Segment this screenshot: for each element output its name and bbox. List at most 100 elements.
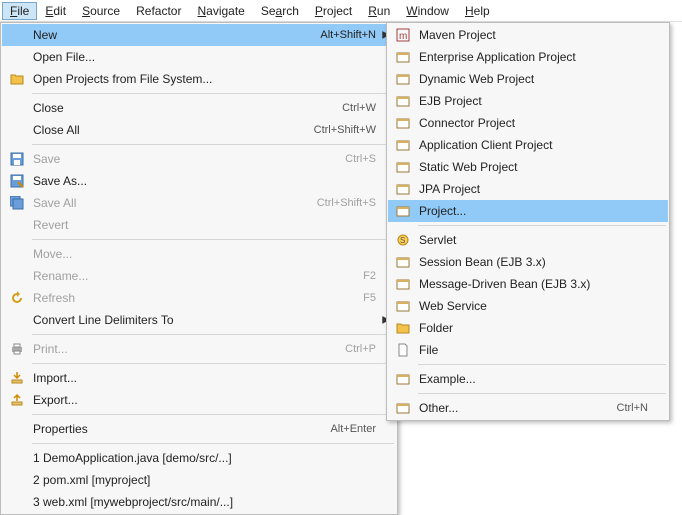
menu-item-label: File	[412, 343, 652, 357]
file-menu-item-convert-line-delimiters-to[interactable]: Convert Line Delimiters To▶	[2, 309, 396, 331]
file-menu-item-open-file[interactable]: Open File...	[2, 46, 396, 68]
menu-item-label: Application Client Project	[412, 138, 652, 152]
menubar-source[interactable]: Source	[74, 2, 128, 20]
project-icon	[394, 203, 412, 219]
menubar-file[interactable]: File	[2, 2, 37, 20]
example-icon	[394, 371, 412, 387]
new-submenu-item-session-bean-ejb-3-x[interactable]: Session Bean (EJB 3.x)	[388, 251, 668, 273]
menu-item-label: Example...	[412, 372, 652, 386]
menu-item-label: Servlet	[412, 233, 652, 247]
file-menu-item-export[interactable]: Export...	[2, 389, 396, 411]
menu-item-accelerator: Alt+Enter	[330, 423, 380, 435]
menu-item-label: 1 DemoApplication.java [demo/src/...]	[26, 451, 380, 465]
menubar-project[interactable]: Project	[307, 2, 360, 20]
new-submenu-item-file[interactable]: File	[388, 339, 668, 361]
new-submenu-item-project[interactable]: Project...	[388, 200, 668, 222]
file-icon	[394, 342, 412, 358]
new-submenu-item-message-driven-bean-ejb-3-x[interactable]: Message-Driven Bean (EJB 3.x)	[388, 273, 668, 295]
new-submenu-item-web-service[interactable]: Web Service	[388, 295, 668, 317]
new-submenu-item-jpa-project[interactable]: JPA Project	[388, 178, 668, 200]
svg-text:S: S	[400, 236, 405, 245]
new-submenu-item-maven-project[interactable]: mMaven Project	[388, 24, 668, 46]
file-menu-item-save: SaveCtrl+S	[2, 148, 396, 170]
blank-icon	[8, 100, 26, 116]
menu-item-label: Print...	[26, 342, 345, 356]
export-icon	[8, 392, 26, 408]
saveas-icon	[8, 173, 26, 189]
file-menu-item-1-demoapplication-java-demo-src[interactable]: 1 DemoApplication.java [demo/src/...]	[2, 447, 396, 469]
menu-item-accelerator: Alt+Shift+N	[320, 29, 380, 41]
menubar-help[interactable]: Help	[457, 2, 498, 20]
new-submenu-item-application-client-project[interactable]: Application Client Project	[388, 134, 668, 156]
file-menu-item-close[interactable]: CloseCtrl+W	[2, 97, 396, 119]
file-menu-separator	[32, 414, 394, 415]
blank-icon	[8, 312, 26, 328]
file-menu-item-save-as[interactable]: Save As...	[2, 170, 396, 192]
menu-item-label: Connector Project	[412, 116, 652, 130]
blank-icon	[8, 49, 26, 65]
appclient-icon	[394, 137, 412, 153]
new-submenu-item-folder[interactable]: Folder	[388, 317, 668, 339]
menubar-search[interactable]: Search	[253, 2, 307, 20]
file-menu-item-import[interactable]: Import...	[2, 367, 396, 389]
menu-item-label: Other...	[412, 401, 617, 415]
import-icon	[8, 370, 26, 386]
new-submenu-separator	[418, 225, 666, 226]
menu-item-accelerator: Ctrl+S	[345, 153, 380, 165]
menu-item-label: Static Web Project	[412, 160, 652, 174]
menu-item-label: Move...	[26, 247, 380, 261]
connector-icon	[394, 115, 412, 131]
jpa-icon	[394, 181, 412, 197]
menu-item-label: 2 pom.xml [myproject]	[26, 473, 380, 487]
blank-icon	[8, 421, 26, 437]
blank-icon	[8, 217, 26, 233]
menu-item-label: Enterprise Application Project	[412, 50, 652, 64]
file-menu-item-print: Print...Ctrl+P	[2, 338, 396, 360]
menu-item-label: Message-Driven Bean (EJB 3.x)	[412, 277, 652, 291]
saveall-icon	[8, 195, 26, 211]
file-menu-separator	[32, 334, 394, 335]
menubar-window[interactable]: Window	[398, 2, 457, 20]
menu-item-accelerator: Ctrl+N	[617, 402, 652, 414]
file-menu-item-2-pom-xml-myproject[interactable]: 2 pom.xml [myproject]	[2, 469, 396, 491]
menu-item-label: Close All	[26, 123, 314, 137]
svg-text:m: m	[399, 31, 407, 42]
file-menu-item-new[interactable]: NewAlt+Shift+N▶	[2, 24, 396, 46]
menubar-run[interactable]: Run	[360, 2, 398, 20]
menu-item-label: Properties	[26, 422, 330, 436]
menubar-edit[interactable]: Edit	[37, 2, 74, 20]
menu-item-label: Save As...	[26, 174, 380, 188]
ejb-icon	[394, 93, 412, 109]
file-menu-item-properties[interactable]: PropertiesAlt+Enter	[2, 418, 396, 440]
menu-item-label: Save	[26, 152, 345, 166]
menu-item-label: Rename...	[26, 269, 363, 283]
new-submenu-item-dynamic-web-project[interactable]: Dynamic Web Project	[388, 68, 668, 90]
new-submenu-item-other[interactable]: Other...Ctrl+N	[388, 397, 668, 419]
file-menu-item-open-projects-from-file-system[interactable]: Open Projects from File System...	[2, 68, 396, 90]
menu-item-accelerator: Ctrl+Shift+S	[317, 197, 380, 209]
session-icon	[394, 254, 412, 270]
file-menu-item-close-all[interactable]: Close AllCtrl+Shift+W	[2, 119, 396, 141]
file-menu-separator	[32, 144, 394, 145]
menubar-navigate[interactable]: Navigate	[189, 2, 252, 20]
new-submenu-item-static-web-project[interactable]: Static Web Project	[388, 156, 668, 178]
new-submenu-item-connector-project[interactable]: Connector Project	[388, 112, 668, 134]
menu-item-accelerator: Ctrl+Shift+W	[314, 124, 380, 136]
blank-icon	[8, 494, 26, 510]
menu-item-label: Open Projects from File System...	[26, 72, 380, 86]
file-menu-separator	[32, 443, 394, 444]
new-submenu-item-servlet[interactable]: S Servlet	[388, 229, 668, 251]
new-submenu-item-enterprise-application-project[interactable]: Enterprise Application Project	[388, 46, 668, 68]
menu-item-label: Web Service	[412, 299, 652, 313]
menu-item-label: Refresh	[26, 291, 363, 305]
file-menu-dropdown: NewAlt+Shift+N▶Open File... Open Projects…	[0, 22, 398, 515]
maven-icon: m	[394, 27, 412, 43]
ws-icon	[394, 298, 412, 314]
menubar-refactor[interactable]: Refactor	[128, 2, 189, 20]
menubar: FileEditSourceRefactorNavigateSearchProj…	[0, 0, 682, 22]
new-submenu-item-ejb-project[interactable]: EJB Project	[388, 90, 668, 112]
menu-item-label: JPA Project	[412, 182, 652, 196]
menu-item-label: Close	[26, 101, 342, 115]
other-icon	[394, 400, 412, 416]
new-submenu-item-example[interactable]: Example...	[388, 368, 668, 390]
